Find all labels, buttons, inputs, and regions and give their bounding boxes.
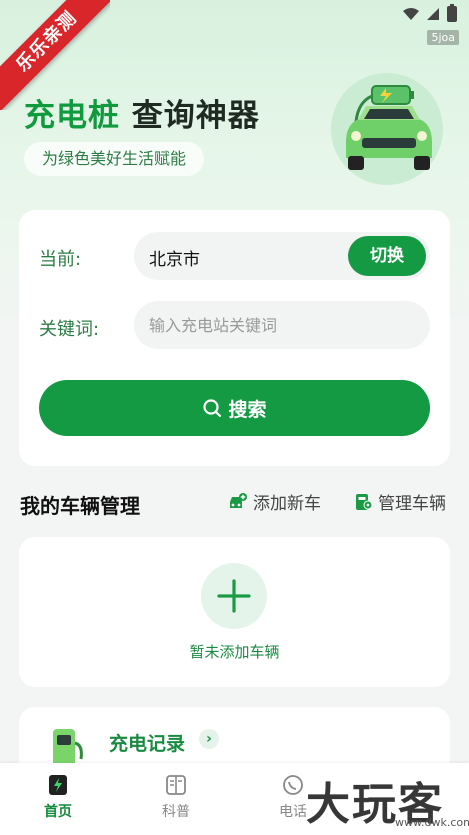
keyword-label: 关键词: [39,319,100,340]
electric-car-illustration [331,73,443,185]
keyword-input[interactable] [134,301,430,349]
site-watermark-url: www.dwk.com [395,816,469,829]
hero-subtitle: 为绿色美好生活赋能 [24,142,205,176]
empty-vehicle-text: 暂未添加车辆 [189,643,280,661]
vehicle-section-title: 我的车辆管理 [20,494,140,518]
hero-title-part1: 充电桩 [24,98,120,134]
search-button-label: 搜索 [228,398,267,421]
search-icon [203,399,222,418]
add-car-icon [230,492,247,508]
battery-icon [447,4,457,22]
status-icons [403,4,457,22]
search-button[interactable]: 搜索 [39,380,430,436]
manage-car-icon [356,493,373,510]
search-card: 当前: 北京市 切换 关键词: 搜索 [19,210,450,466]
book-icon [166,775,186,795]
wifi-icon [403,8,419,20]
nav-label-science: 科普 [162,804,190,820]
nav-label-home: 首页 [44,804,72,820]
city-value: 北京市 [149,250,200,270]
cellular-signal-icon [427,8,439,20]
nav-item-home[interactable]: 首页 [23,773,93,821]
plus-icon [217,579,251,613]
phone-icon [283,775,303,795]
add-vehicle-button[interactable]: 添加新车 [228,489,321,514]
charging-record-title: 充电记录 [109,733,186,755]
switch-city-button[interactable]: 切换 [348,236,426,276]
nav-item-science[interactable]: 科普 [141,773,211,821]
current-city-label: 当前: [39,249,82,270]
city-selector[interactable]: 北京市 切换 [134,232,430,280]
home-charge-icon [49,775,67,795]
hero-title: 充电桩 查询神器 [24,90,260,135]
add-vehicle-label: 添加新车 [253,494,321,514]
vehicle-card: 暂未添加车辆 [19,537,450,687]
hero-title-part2: 查询神器 [131,98,260,134]
manage-vehicle-button[interactable]: 管理车辆 [355,489,446,514]
chevron-right-icon: › [199,729,219,749]
status-tag: 5joa [427,30,459,45]
manage-vehicle-label: 管理车辆 [378,494,446,514]
add-vehicle-circle-button[interactable] [201,563,267,629]
